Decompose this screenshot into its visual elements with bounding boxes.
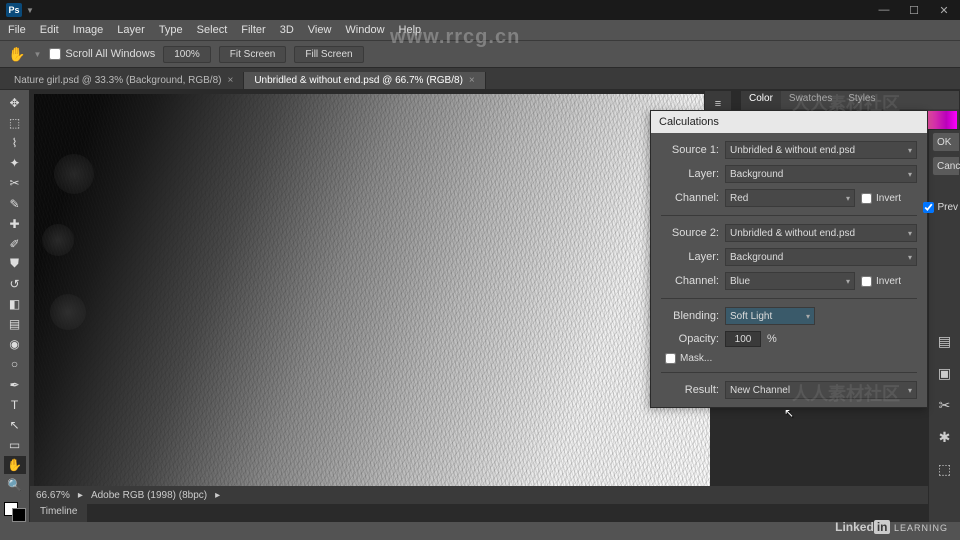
history-brush-tool-icon[interactable]: ↺: [4, 275, 26, 293]
pen-tool-icon[interactable]: ✒: [4, 376, 26, 394]
maximize-button[interactable]: ☐: [904, 4, 924, 17]
percent-label: %: [767, 333, 777, 345]
menu-3d[interactable]: 3D: [280, 24, 294, 36]
layer1-select[interactable]: Background▾: [725, 165, 917, 183]
channel2-label: Channel:: [661, 275, 719, 287]
document-tab[interactable]: Unbridled & without end.psd @ 66.7% (RGB…: [244, 72, 485, 89]
document-canvas[interactable]: [34, 94, 710, 502]
brush-tool-icon[interactable]: ✐: [4, 235, 26, 253]
status-bar: 66.67% ▸ Adobe RGB (1998) (8bpc) ▸: [30, 486, 928, 504]
eyedropper-tool-icon[interactable]: ✎: [4, 195, 26, 213]
healing-tool-icon[interactable]: ✚: [4, 215, 26, 233]
source2-select[interactable]: Unbridled & without end.psd▾: [725, 224, 917, 242]
opacity-label: Opacity:: [661, 333, 719, 345]
menu-image[interactable]: Image: [73, 24, 104, 36]
channel1-label: Channel:: [661, 192, 719, 204]
document-profile: Adobe RGB (1998) (8bpc): [91, 490, 207, 501]
blur-tool-icon[interactable]: ◉: [4, 335, 26, 353]
hand-tool-icon[interactable]: ✋: [4, 456, 26, 474]
preview-checkbox[interactable]: Prev: [923, 202, 958, 213]
menu-file[interactable]: File: [8, 24, 26, 36]
calculations-dialog: Calculations Source 1: Unbridled & witho…: [650, 110, 928, 408]
dodge-tool-icon[interactable]: ○: [4, 355, 26, 373]
source1-select[interactable]: Unbridled & without end.psd▾: [725, 141, 917, 159]
lasso-tool-icon[interactable]: ⌇: [4, 134, 26, 152]
watermark-text: 人人素材社区: [792, 90, 900, 116]
result-label: Result:: [661, 384, 719, 396]
menu-layer[interactable]: Layer: [117, 24, 145, 36]
stamp-tool-icon[interactable]: ⛊: [4, 255, 26, 273]
color-swatches[interactable]: [4, 502, 26, 522]
watermark-text: www.rrcg.cn: [390, 26, 520, 49]
titlebar: Ps ▼ — ☐ ✕: [0, 0, 960, 20]
tools-icon[interactable]: ✂: [934, 394, 956, 416]
opacity-input[interactable]: [725, 331, 761, 347]
menu-select[interactable]: Select: [197, 24, 228, 36]
document-tab[interactable]: Nature girl.psd @ 33.3% (Background, RGB…: [4, 72, 244, 89]
invert2-checkbox[interactable]: Invert: [861, 276, 901, 287]
menu-edit[interactable]: Edit: [40, 24, 59, 36]
fill-screen-button[interactable]: Fill Screen: [294, 46, 363, 63]
chevron-down-icon[interactable]: ▼: [26, 6, 34, 15]
navigator-icon[interactable]: ✱: [934, 426, 956, 448]
menu-filter[interactable]: Filter: [241, 24, 265, 36]
toolbox: ✥ ⬚ ⌇ ✦ ✂ ✎ ✚ ✐ ⛊ ↺ ◧ ▤ ◉ ○ ✒ T ↖ ▭ ✋ 🔍: [0, 90, 30, 522]
marquee-tool-icon[interactable]: ⬚: [4, 114, 26, 132]
shape-tool-icon[interactable]: ▭: [4, 436, 26, 454]
blending-select[interactable]: Soft Light▾: [725, 307, 815, 325]
zoom-level[interactable]: 66.67%: [36, 490, 70, 501]
actions-icon[interactable]: ▣: [934, 362, 956, 384]
move-tool-icon[interactable]: ✥: [4, 94, 26, 112]
info-icon[interactable]: ⬚: [934, 458, 956, 480]
scroll-all-checkbox[interactable]: Scroll All Windows: [49, 48, 155, 60]
menu-window[interactable]: Window: [345, 24, 384, 36]
tool-preset-chevron-icon[interactable]: ▼: [33, 50, 41, 59]
mask-checkbox[interactable]: Mask...: [665, 353, 712, 364]
channel2-select[interactable]: Blue▾: [725, 272, 855, 290]
source1-label: Source 1:: [661, 144, 719, 156]
close-tab-icon[interactable]: ×: [469, 75, 475, 86]
zoom-tool-icon[interactable]: 🔍: [4, 476, 26, 494]
menu-type[interactable]: Type: [159, 24, 183, 36]
close-button[interactable]: ✕: [934, 4, 954, 17]
blending-label: Blending:: [661, 310, 719, 322]
channel1-select[interactable]: Red▾: [725, 189, 855, 207]
menu-view[interactable]: View: [308, 24, 332, 36]
zoom-100-button[interactable]: 100%: [163, 46, 211, 63]
close-tab-icon[interactable]: ×: [227, 75, 233, 86]
linkedin-learning-logo: Linkedin LEARNING: [835, 520, 948, 534]
eraser-tool-icon[interactable]: ◧: [4, 295, 26, 313]
gradient-tool-icon[interactable]: ▤: [4, 315, 26, 333]
cancel-button[interactable]: Canc: [932, 156, 960, 176]
layer1-label: Layer:: [661, 168, 719, 180]
ok-button[interactable]: OK: [932, 132, 960, 152]
path-tool-icon[interactable]: ↖: [4, 416, 26, 434]
layer2-select[interactable]: Background▾: [725, 248, 917, 266]
document-tabs: Nature girl.psd @ 33.3% (Background, RGB…: [0, 68, 960, 90]
hand-tool-icon[interactable]: ✋: [8, 46, 25, 63]
history-icon[interactable]: ▤: [934, 330, 956, 352]
timeline-panel-tab[interactable]: Timeline: [30, 504, 87, 522]
minimize-button[interactable]: —: [874, 4, 894, 17]
layer2-label: Layer:: [661, 251, 719, 263]
cursor-icon: ↖: [784, 406, 794, 420]
watermark-text: 人人素材社区: [792, 380, 900, 406]
invert1-checkbox[interactable]: Invert: [861, 193, 901, 204]
crop-tool-icon[interactable]: ✂: [4, 174, 26, 192]
app-logo: Ps: [6, 3, 22, 17]
background-swatch[interactable]: [12, 508, 26, 522]
fit-screen-button[interactable]: Fit Screen: [219, 46, 287, 63]
wand-tool-icon[interactable]: ✦: [4, 154, 26, 172]
type-tool-icon[interactable]: T: [4, 396, 26, 414]
color-tab[interactable]: Color: [741, 91, 781, 109]
source2-label: Source 2:: [661, 227, 719, 239]
